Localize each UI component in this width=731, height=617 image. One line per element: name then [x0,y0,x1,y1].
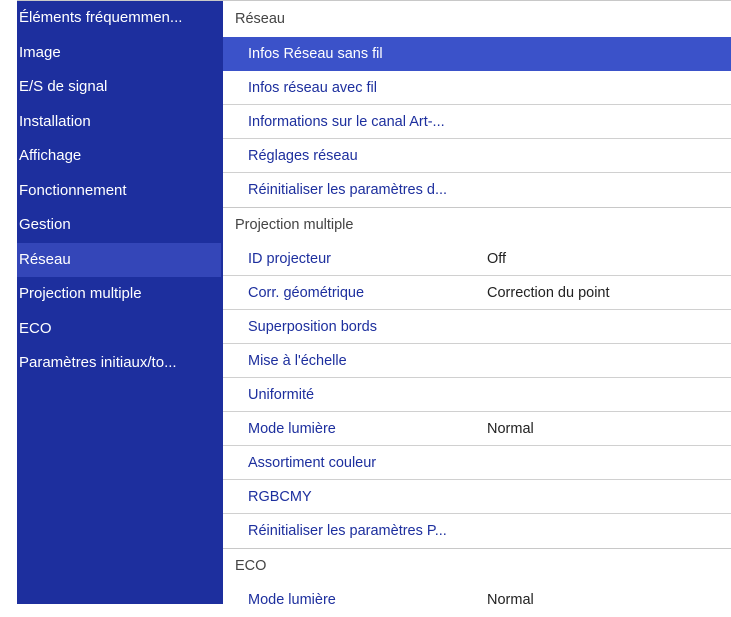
menu-item-wireless-info[interactable]: Infos Réseau sans fil [223,37,731,71]
sidebar-item-network[interactable]: Réseau [17,242,221,277]
menu-item-label: RGBCMY [248,489,312,505]
menu-window: Éléments fréquemmen... Image E/S de sign… [17,0,731,608]
sidebar-item-management[interactable]: Gestion [17,208,221,243]
sidebar-item-eco[interactable]: ECO [17,312,221,347]
menu-item-uniformity[interactable]: Uniformité [223,378,731,412]
menu-item-rgbcmy[interactable]: RGBCMY [223,480,731,514]
sidebar: Éléments fréquemmen... Image E/S de sign… [17,1,221,604]
menu-item-color-matching[interactable]: Assortiment couleur [223,446,731,480]
section-header-network: Réseau [223,1,731,37]
menu-item-label: Uniformité [248,387,315,403]
menu-item-value: Correction du point [487,285,610,301]
menu-item-label: Infos Réseau sans fil [248,46,383,62]
sidebar-item-initial-settings[interactable]: Paramètres initiaux/to... [17,346,221,381]
menu-item-label: Assortiment couleur [248,455,377,471]
section-header-multi-projection: Projection multiple [223,207,731,242]
menu-item-label: Mode lumière [248,421,336,437]
menu-item-label: Superposition bords [248,319,377,335]
menu-item-geometry-correction[interactable]: Corr. géométrique Correction du point [223,276,731,310]
menu-item-eco-light-mode[interactable]: Mode lumière Normal [223,583,731,617]
menu-item-label: Réglages réseau [248,148,358,164]
menu-item-value: Normal [487,592,534,608]
sidebar-item-operation[interactable]: Fonctionnement [17,174,221,209]
menu-item-label: Corr. géométrique [248,285,365,301]
menu-item-projector-id[interactable]: ID projecteur Off [223,242,731,276]
menu-item-value: Normal [487,421,534,437]
menu-item-label: Infos réseau avec fil [248,80,377,96]
section-header-eco: ECO [223,548,731,583]
menu-item-reset-network[interactable]: Réinitialiser les paramètres d... [223,173,731,207]
sidebar-item-display[interactable]: Affichage [17,139,221,174]
sidebar-item-signal-io[interactable]: E/S de signal [17,70,221,105]
menu-item-wired-info[interactable]: Infos réseau avec fil [223,71,731,105]
menu-item-label: ID projecteur [248,251,332,267]
sidebar-item-frequent[interactable]: Éléments fréquemmen... [17,1,221,36]
sidebar-item-installation[interactable]: Installation [17,105,221,140]
menu-item-label: Mode lumière [248,592,336,608]
menu-item-label: Réinitialiser les paramètres d... [248,182,448,198]
menu-item-artnet-info[interactable]: Informations sur le canal Art-... [223,105,731,139]
menu-item-edge-blending[interactable]: Superposition bords [223,310,731,344]
menu-item-label: Mise à l'échelle [248,353,347,369]
menu-item-label: Réinitialiser les paramètres P... [248,523,447,539]
menu-item-label: Informations sur le canal Art-... [248,114,445,130]
sidebar-item-image[interactable]: Image [17,36,221,71]
sidebar-item-multi-projection[interactable]: Projection multiple [17,277,221,312]
menu-item-value: Off [487,251,507,267]
settings-panel: Réseau Infos Réseau sans fil Infos résea… [221,1,731,608]
menu-item-network-settings[interactable]: Réglages réseau [223,139,731,173]
menu-item-light-mode[interactable]: Mode lumière Normal [223,412,731,446]
menu-item-reset-multi-projection[interactable]: Réinitialiser les paramètres P... [223,514,731,548]
menu-item-scaling[interactable]: Mise à l'échelle [223,344,731,378]
